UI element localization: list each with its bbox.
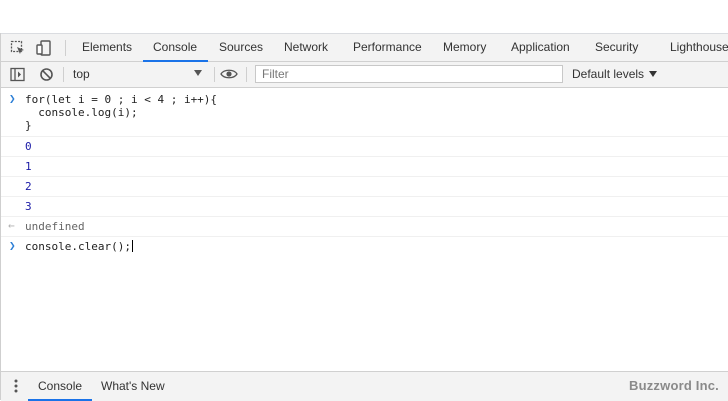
code-line: for(let i = 0 ; i < 4 ; i++){ — [25, 93, 218, 106]
chevron-down-icon[interactable] — [194, 70, 202, 76]
log-message: 0 — [1, 136, 728, 157]
clear-console-icon[interactable] — [37, 65, 55, 83]
more-options-icon[interactable] — [14, 379, 18, 393]
tab-elements[interactable]: Elements — [82, 34, 132, 61]
chevron-down-icon[interactable] — [649, 71, 657, 77]
chevron-right-icon: ❯ — [9, 92, 16, 105]
tab-network[interactable]: Network — [284, 34, 328, 61]
toolbar-separator — [63, 67, 64, 82]
code-line: } — [25, 119, 32, 132]
drawer-tab-bar: Console What's New Buzzword Inc. — [1, 371, 728, 401]
return-value: undefined — [25, 220, 85, 233]
log-message: 2 — [1, 176, 728, 197]
drawer-tab-whats-new[interactable]: What's New — [101, 372, 165, 400]
context-selector[interactable]: top — [73, 62, 90, 87]
tab-sources[interactable]: Sources — [219, 34, 263, 61]
eye-icon[interactable] — [220, 65, 238, 83]
log-message: 3 — [1, 196, 728, 217]
log-value: 3 — [25, 200, 32, 213]
console-prompt[interactable]: ❯ console.clear(); — [1, 236, 728, 256]
return-arrow-icon: ← — [8, 219, 15, 232]
tab-application[interactable]: Application — [511, 34, 570, 61]
return-value-entry: ← undefined — [1, 216, 728, 237]
tab-security[interactable]: Security — [595, 34, 638, 61]
code-line: console.log(i); — [25, 106, 138, 119]
prompt-text: console.clear(); — [25, 240, 131, 253]
tab-bar-separator — [65, 40, 66, 56]
show-sidebar-icon[interactable] — [8, 65, 26, 83]
console-input-entry: ❯ for(let i = 0 ; i < 4 ; i++){ console.… — [1, 88, 728, 137]
toolbar-separator — [246, 67, 247, 82]
console-toolbar: top Default levels — [1, 62, 728, 88]
tab-lighthouse[interactable]: Lighthouse — [670, 34, 728, 61]
prompt-input-text[interactable]: console.clear(); — [25, 240, 133, 253]
tab-memory[interactable]: Memory — [443, 34, 486, 61]
toolbar-separator — [214, 67, 215, 82]
log-levels-dropdown[interactable]: Default levels — [572, 62, 644, 87]
chevron-right-icon: ❯ — [9, 239, 16, 252]
filter-input[interactable] — [255, 65, 563, 83]
tab-console[interactable]: Console — [142, 34, 209, 62]
log-message: 1 — [1, 156, 728, 177]
console-output[interactable]: ❯ for(let i = 0 ; i < 4 ; i++){ console.… — [1, 88, 728, 371]
log-value: 0 — [25, 140, 32, 153]
device-toolbar-icon[interactable] — [34, 38, 54, 58]
text-caret — [131, 240, 133, 252]
inspect-element-icon[interactable] — [8, 38, 28, 58]
log-value: 2 — [25, 180, 32, 193]
window-top-area — [0, 0, 728, 34]
tab-performance[interactable]: Performance — [353, 34, 422, 61]
brand-watermark: Buzzword Inc. — [629, 378, 719, 393]
log-value: 1 — [25, 160, 32, 173]
devtools-tab-bar: Elements Console Sources Network Perform… — [1, 34, 728, 62]
drawer-tab-console[interactable]: Console — [27, 372, 93, 401]
